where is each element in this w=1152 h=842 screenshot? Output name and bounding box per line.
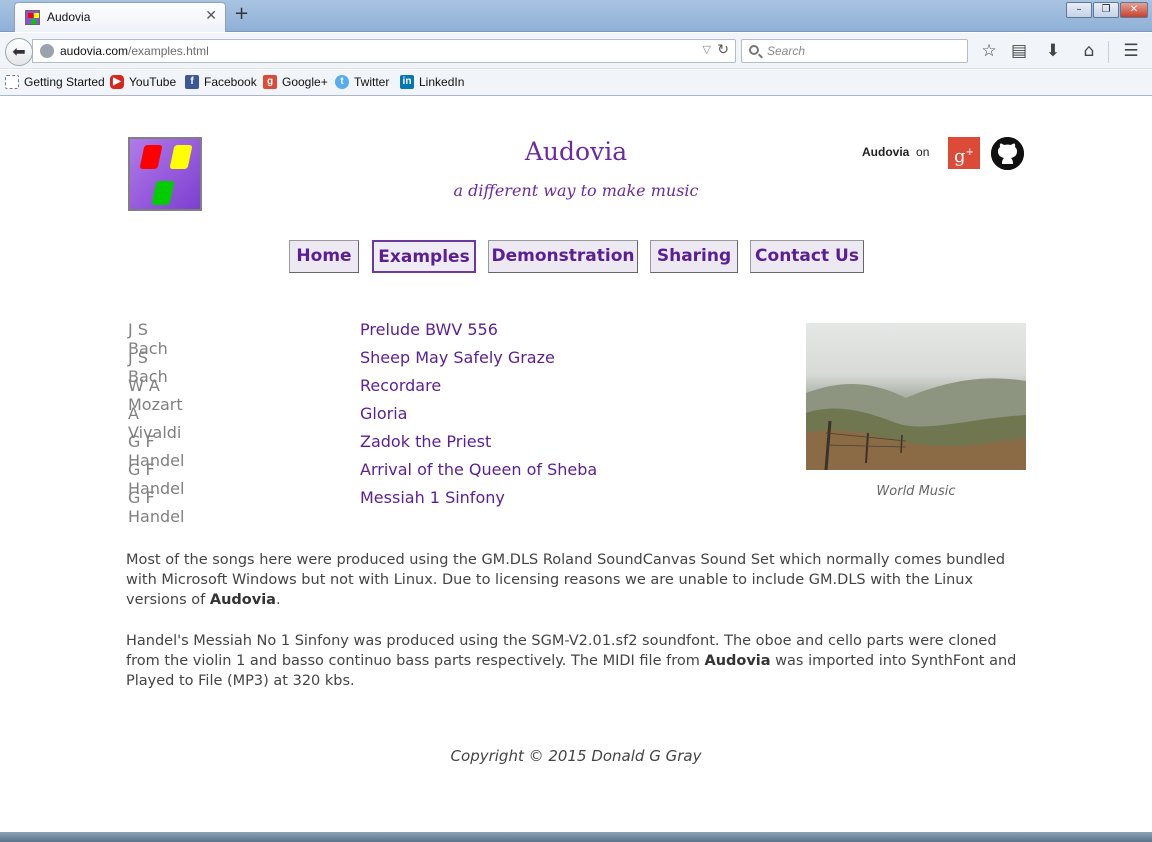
nav-home[interactable]: Home: [289, 240, 359, 273]
globe-icon: [40, 44, 54, 58]
messiah-paragraph: Handel's Messiah No 1 Sinfony was produc…: [126, 633, 1017, 689]
copyright-footer: Copyright © 2015 Donald G Gray: [450, 747, 702, 765]
bookmark-label: Getting Started: [24, 75, 105, 89]
nav-sharing[interactable]: Sharing: [650, 240, 738, 273]
reading-list-icon[interactable]: ▤: [1008, 41, 1030, 61]
social-label: Audovia on: [862, 145, 930, 159]
os-taskbar: [0, 832, 1152, 842]
bookmark-label: Google+: [282, 75, 328, 89]
close-tab-icon[interactable]: ✕: [205, 8, 217, 24]
work-link[interactable]: Sheep May Safely Graze: [360, 348, 555, 367]
work-link[interactable]: Zadok the Priest: [360, 432, 491, 451]
page-icon: [5, 75, 19, 89]
work-link[interactable]: Messiah 1 Sinfony: [360, 488, 505, 507]
close-window-icon[interactable]: ✕: [1120, 2, 1148, 18]
photo-caption: World Music: [876, 484, 956, 499]
menu-icon[interactable]: ☰: [1120, 41, 1142, 61]
site-tagline: a different way to make music: [453, 181, 699, 200]
bookmark-getting-started[interactable]: Getting Started: [5, 75, 105, 89]
window-controls: – ❐ ✕: [1065, 2, 1148, 18]
bookmark-facebook[interactable]: f Facebook: [185, 75, 257, 89]
bookmark-google-plus[interactable]: g Google+: [263, 75, 328, 89]
soundset-paragraph: Most of the songs here were produced usi…: [126, 552, 1006, 608]
url-text[interactable]: audovia.com/examples.html: [60, 44, 209, 58]
download-icon[interactable]: ⬇: [1042, 41, 1064, 61]
work-link[interactable]: Gloria: [360, 404, 407, 423]
nav-contact-us[interactable]: Contact Us: [750, 240, 864, 273]
linkedin-icon: in: [400, 75, 414, 89]
youtube-icon: ▶: [110, 75, 124, 89]
url-dropdown-icon[interactable]: ▽: [703, 43, 711, 56]
nav-demonstration[interactable]: Demonstration: [488, 240, 638, 273]
bookmark-star-icon[interactable]: ☆: [978, 41, 1000, 61]
bookmarks-toolbar: Getting Started ▶ YouTube f Facebook g G…: [0, 70, 1152, 96]
landscape-photo: [806, 323, 1026, 470]
google-plus-icon: g: [263, 75, 277, 89]
bookmark-label: Facebook: [204, 75, 257, 89]
browser-tab[interactable]: Audovia ✕: [14, 2, 226, 32]
reload-icon[interactable]: ↻: [717, 42, 729, 58]
toolbar-separator: [1108, 41, 1109, 63]
home-icon[interactable]: ⌂: [1078, 41, 1100, 61]
google-plus-icon[interactable]: g+: [948, 137, 980, 169]
bookmark-label: YouTube: [129, 75, 177, 89]
twitter-icon: t: [335, 75, 349, 89]
work-link[interactable]: Prelude BWV 556: [360, 320, 498, 339]
search-input[interactable]: Search: [741, 39, 968, 63]
composer-name: G F Handel: [128, 488, 185, 526]
bookmark-twitter[interactable]: t Twitter: [335, 75, 389, 89]
new-tab-icon[interactable]: +: [234, 3, 249, 24]
github-icon[interactable]: [991, 137, 1024, 170]
nav-examples[interactable]: Examples: [372, 240, 476, 273]
search-placeholder: Search: [767, 44, 806, 58]
audovia-logo: [128, 137, 202, 211]
work-link[interactable]: Recordare: [360, 376, 441, 395]
bookmark-linkedin[interactable]: in LinkedIn: [400, 75, 464, 89]
facebook-icon: f: [185, 75, 199, 89]
bookmark-label: LinkedIn: [419, 75, 465, 89]
site-title: Audovia: [524, 137, 628, 166]
minimize-icon[interactable]: –: [1066, 2, 1092, 18]
work-link[interactable]: Arrival of the Queen of Sheba: [360, 460, 597, 479]
search-icon: [749, 45, 759, 55]
back-button[interactable]: ⬅: [5, 38, 33, 66]
bookmark-label: Twitter: [354, 75, 390, 89]
navigation-toolbar: audovia.com/examples.html ▽ ↻ ⬅ Search ☆…: [0, 33, 1152, 69]
tab-strip: Audovia ✕ + – ❐ ✕: [0, 0, 1152, 32]
bookmark-youtube[interactable]: ▶ YouTube: [110, 75, 176, 89]
audovia-favicon-icon: [25, 10, 40, 25]
address-bar[interactable]: audovia.com/examples.html ▽ ↻: [32, 39, 736, 63]
tab-title: Audovia: [47, 10, 91, 24]
restore-icon[interactable]: ❐: [1093, 2, 1119, 18]
